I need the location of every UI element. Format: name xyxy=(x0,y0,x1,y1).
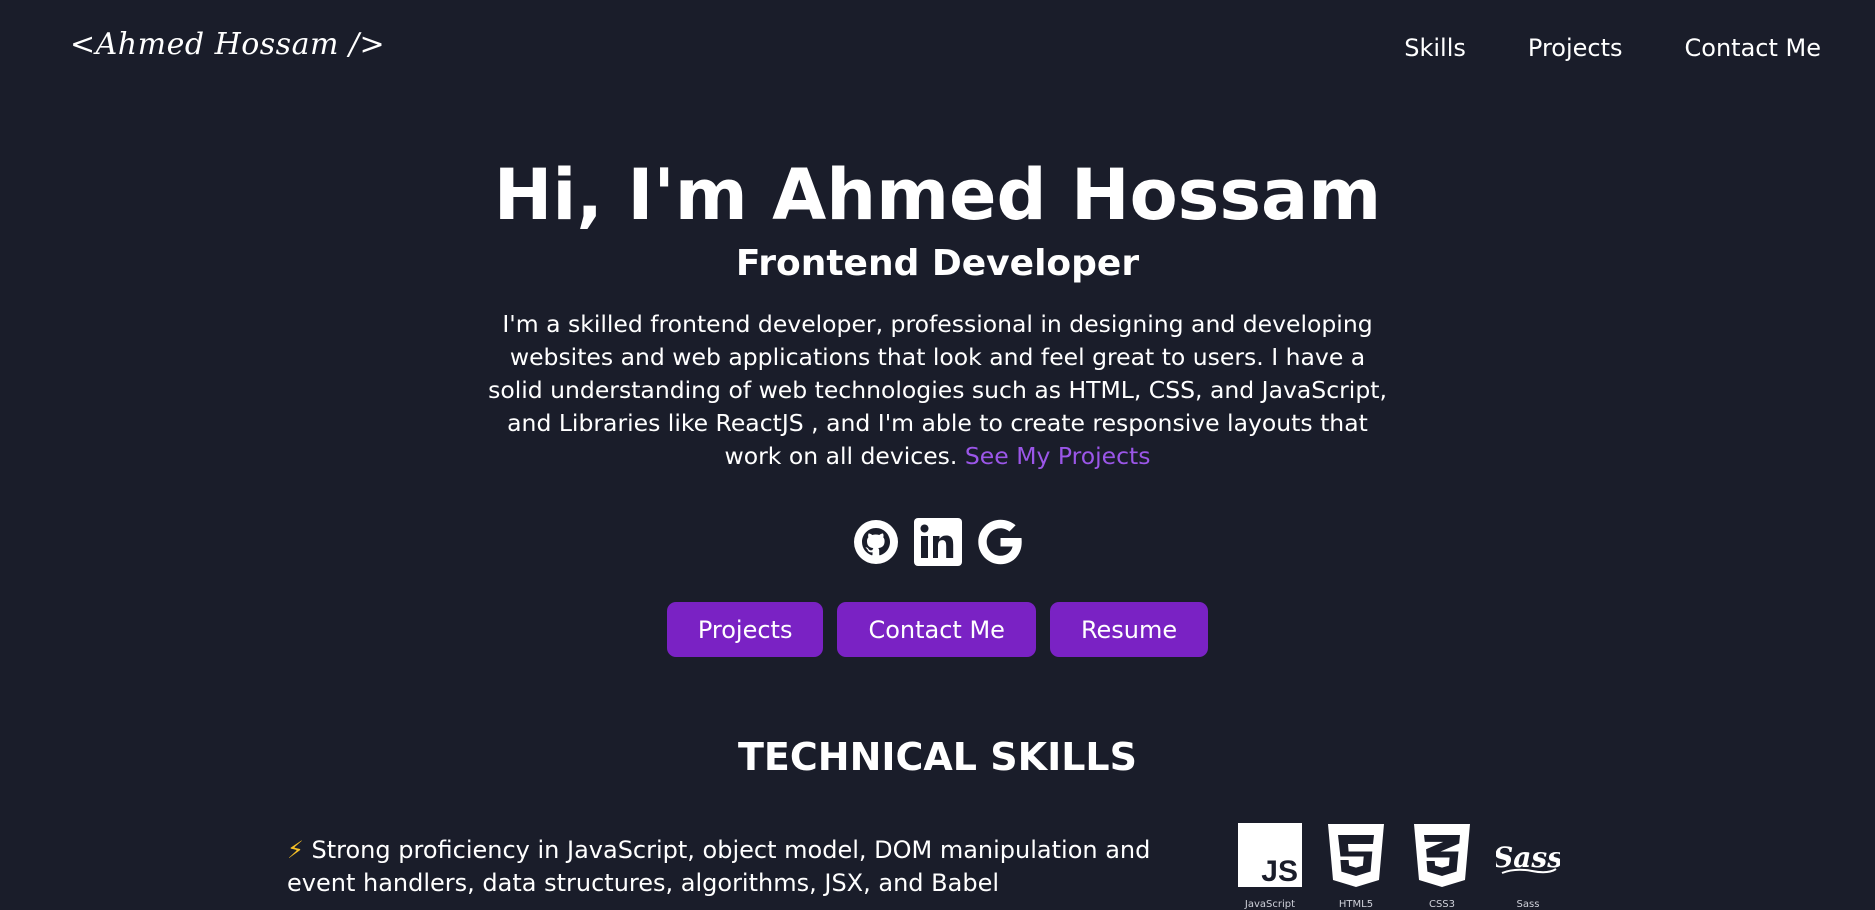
skill-item: ⚡ Strong proficiency in JavaScript, obje… xyxy=(287,834,1187,900)
google-icon[interactable] xyxy=(976,518,1024,566)
github-icon[interactable] xyxy=(852,518,900,566)
svg-text:Sass: Sass xyxy=(1496,841,1560,874)
linkedin-icon[interactable] xyxy=(913,518,962,566)
navbar: <Ahmed Hossam /> Skills Projects Contact… xyxy=(0,0,1875,100)
resume-button[interactable]: Resume xyxy=(1049,602,1209,657)
nav-link-projects[interactable]: Projects xyxy=(1528,34,1623,62)
nav-link-contact[interactable]: Contact Me xyxy=(1685,34,1821,62)
hero-description: I'm a skilled frontend developer, profes… xyxy=(488,308,1388,473)
hero-subtitle: Frontend Developer xyxy=(735,243,1140,284)
nav-links: Skills Projects Contact Me xyxy=(1404,34,1821,62)
social-links xyxy=(0,518,1875,566)
tech-label: Sass xyxy=(1516,899,1540,910)
skills-title: TECHNICAL SKILLS xyxy=(738,735,1137,779)
tech-label: CSS3 xyxy=(1428,899,1456,910)
svg-text:JS: JS xyxy=(1261,855,1298,887)
html5-icon: HTML5 xyxy=(1324,823,1388,910)
cta-buttons: Projects Contact Me Resume xyxy=(0,602,1875,657)
skill-item-text: Strong proficiency in JavaScript, object… xyxy=(287,836,1151,897)
tech-label: JavaScript xyxy=(1244,899,1296,910)
site-logo[interactable]: <Ahmed Hossam /> xyxy=(70,27,385,62)
sass-icon: Sass Sass xyxy=(1496,823,1560,910)
nav-link-skills[interactable]: Skills xyxy=(1404,34,1466,62)
hero-description-text: I'm a skilled frontend developer, profes… xyxy=(488,310,1387,470)
css3-icon: CSS3 xyxy=(1410,823,1474,910)
hero-section: Hi, I'm Ahmed Hossam Frontend Developer … xyxy=(0,150,1875,473)
javascript-icon: JS JavaScript xyxy=(1238,823,1302,910)
see-projects-link[interactable]: See My Projects xyxy=(965,442,1151,470)
tech-icons: JS JavaScript HTML5 CSS3 Sass Sass xyxy=(1238,823,1560,910)
contact-me-button[interactable]: Contact Me xyxy=(837,602,1036,657)
lightning-icon: ⚡ xyxy=(287,836,304,864)
hero-title: Hi, I'm Ahmed Hossam xyxy=(493,154,1382,236)
tech-label: HTML5 xyxy=(1338,899,1374,910)
projects-button[interactable]: Projects xyxy=(666,602,824,657)
